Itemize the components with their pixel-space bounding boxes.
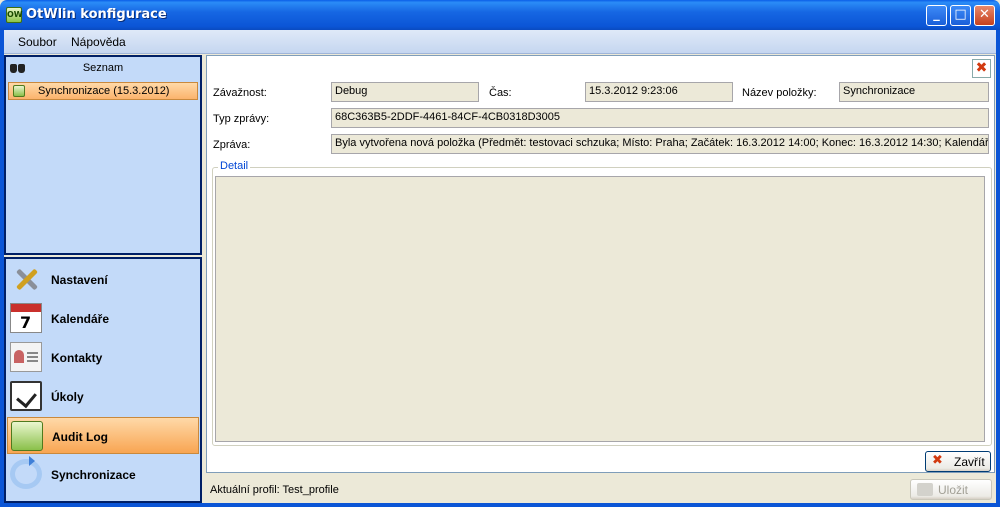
- title-bar[interactable]: OW OtWlin konfigurace _ □ ✕: [0, 0, 1000, 30]
- nav-item-ukoly[interactable]: Úkoly: [7, 378, 199, 415]
- window-frame-right: [996, 30, 1000, 507]
- nav-label: Audit Log: [52, 430, 108, 444]
- detail-text-area[interactable]: [215, 176, 985, 442]
- list-header: Seznam: [6, 57, 200, 79]
- close-icon: ✖: [932, 453, 943, 468]
- maximize-button[interactable]: □: [950, 5, 971, 26]
- maximize-icon: □: [954, 7, 967, 22]
- nav-item-synchronizace[interactable]: Synchronizace: [7, 456, 199, 493]
- close-button[interactable]: ✖ Zavřít: [925, 451, 991, 472]
- list-panel: Seznam Synchronizace (15.3.2012): [4, 55, 202, 255]
- nav-item-kalendare[interactable]: 7 Kalendáře: [7, 300, 199, 337]
- nav-panel: Nastavení 7 Kalendáře Kontakty Úkoly Aud…: [4, 257, 202, 503]
- save-icon: [917, 483, 933, 496]
- detail-group-title: Detail: [218, 160, 251, 172]
- app-icon: OW: [6, 7, 23, 23]
- contact-card-icon: [10, 342, 42, 372]
- nav-item-nastaveni[interactable]: Nastavení: [7, 261, 199, 298]
- audit-log-icon: [11, 421, 43, 451]
- nav-item-audit-log[interactable]: Audit Log: [7, 417, 199, 454]
- profile-status: Aktuální profil: Test_profile: [210, 484, 339, 496]
- window-title: OtWlin konfigurace: [26, 7, 167, 22]
- nav-label: Nastavení: [51, 273, 108, 287]
- tools-icon: [10, 264, 42, 294]
- menu-napoveda[interactable]: Nápověda: [71, 35, 126, 49]
- severity-label: Závažnost:: [213, 87, 267, 99]
- nav-label: Synchronizace: [51, 468, 136, 482]
- item-name-label: Název položky:: [742, 87, 817, 99]
- message-type-field: 68C363B5-2DDF-4461-84CF-4CB0318D3005: [331, 108, 989, 128]
- calendar-icon: 7: [10, 303, 42, 333]
- close-icon: ✕: [979, 7, 990, 22]
- time-label: Čas:: [489, 87, 512, 99]
- minimize-button[interactable]: _: [926, 5, 947, 26]
- close-window-button[interactable]: ✕: [974, 5, 995, 26]
- close-icon: ✖: [975, 60, 988, 76]
- list-item[interactable]: Synchronizace (15.3.2012): [8, 82, 198, 100]
- menu-soubor[interactable]: Soubor: [18, 35, 57, 49]
- item-name-field: Synchronizace: [839, 82, 989, 102]
- nav-item-kontakty[interactable]: Kontakty: [7, 339, 199, 376]
- menu-bar: Soubor Nápověda: [4, 30, 996, 54]
- sync-icon: [10, 456, 42, 489]
- nav-label: Kalendáře: [51, 312, 110, 326]
- list-title: Seznam: [82, 62, 124, 74]
- list-item-label: Synchronizace (15.3.2012): [38, 85, 170, 97]
- message-label: Zpráva:: [213, 139, 251, 151]
- task-icon: [10, 381, 42, 411]
- minimize-icon: _: [933, 7, 940, 22]
- time-field: 15.3.2012 9:23:06: [585, 82, 733, 102]
- save-button-label: Uložit: [938, 483, 969, 497]
- message-field: Byla vytvořena nová položka (Předmět: te…: [331, 134, 989, 154]
- window-frame-bottom: [0, 503, 1000, 507]
- save-button[interactable]: Uložit: [910, 479, 992, 500]
- audit-log-icon: [13, 85, 25, 97]
- close-button-label: Zavřít: [954, 455, 985, 469]
- nav-label: Úkoly: [51, 390, 84, 404]
- close-detail-button[interactable]: ✖: [972, 59, 991, 78]
- nav-label: Kontakty: [51, 351, 103, 365]
- message-type-label: Typ zprávy:: [213, 113, 270, 125]
- severity-field: Debug: [331, 82, 479, 102]
